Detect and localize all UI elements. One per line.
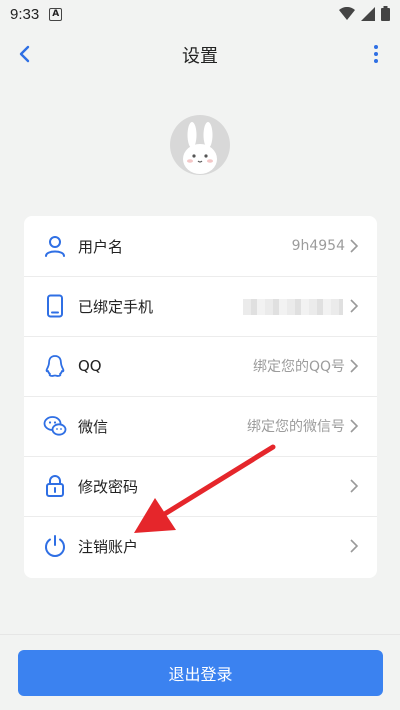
menu-item-username[interactable]: 用户名 9h4954 [24,216,377,276]
menu-item-label: 用户名 [78,237,124,256]
chevron-right-icon [350,419,359,433]
qq-icon [45,355,65,377]
nav-bar: 设置 [0,28,400,80]
dot-icon [374,52,378,56]
menu-item-wechat[interactable]: 微信 绑定您的微信号 [24,396,377,456]
chevron-right-icon [350,239,359,253]
menu-item-label: 微信 [78,417,109,436]
username-value: 9h4954 [291,238,345,254]
status-bar: 9:33 A [0,0,400,28]
battery-icon [381,6,390,21]
status-icons [339,6,390,21]
chevron-right-icon [350,299,359,313]
footer-divider [0,634,400,635]
phone-number-masked [243,299,343,315]
page-title: 设置 [182,46,218,67]
phone-icon [47,294,63,318]
power-icon [45,535,65,557]
wifi-icon [339,6,355,20]
chevron-right-icon [350,359,359,373]
status-time: 9:33 [10,5,40,23]
logout-button[interactable]: 退出登录 [18,650,383,696]
wechat-bind-hint: 绑定您的微信号 [247,419,345,435]
menu-item-delete-account[interactable]: 注销账户 [24,516,377,576]
menu-item-label: 修改密码 [78,477,139,496]
menu-item-label: QQ [78,357,102,375]
menu-item-label: 已绑定手机 [78,297,154,316]
notification-badge: A [49,7,63,21]
wechat-icon [43,416,67,436]
menu-item-qq[interactable]: QQ 绑定您的QQ号 [24,336,377,396]
menu-item-phone[interactable]: 已绑定手机 [24,276,377,336]
user-icon [45,236,65,257]
settings-card: 用户名 9h4954 已绑定手机 QQ 绑定您的QQ号 微信 绑定您的微信号 修… [24,216,377,578]
dot-icon [374,59,378,63]
chevron-right-icon [350,539,359,553]
rabbit-avatar-icon [183,122,217,174]
more-options-button[interactable] [366,40,386,68]
signal-icon [361,6,375,21]
lock-icon [46,475,64,497]
qq-bind-hint: 绑定您的QQ号 [252,359,345,375]
avatar[interactable] [170,115,230,175]
chevron-right-icon [350,479,359,493]
menu-item-label: 注销账户 [78,537,139,556]
dot-icon [374,45,378,49]
menu-item-change-password[interactable]: 修改密码 [24,456,377,516]
